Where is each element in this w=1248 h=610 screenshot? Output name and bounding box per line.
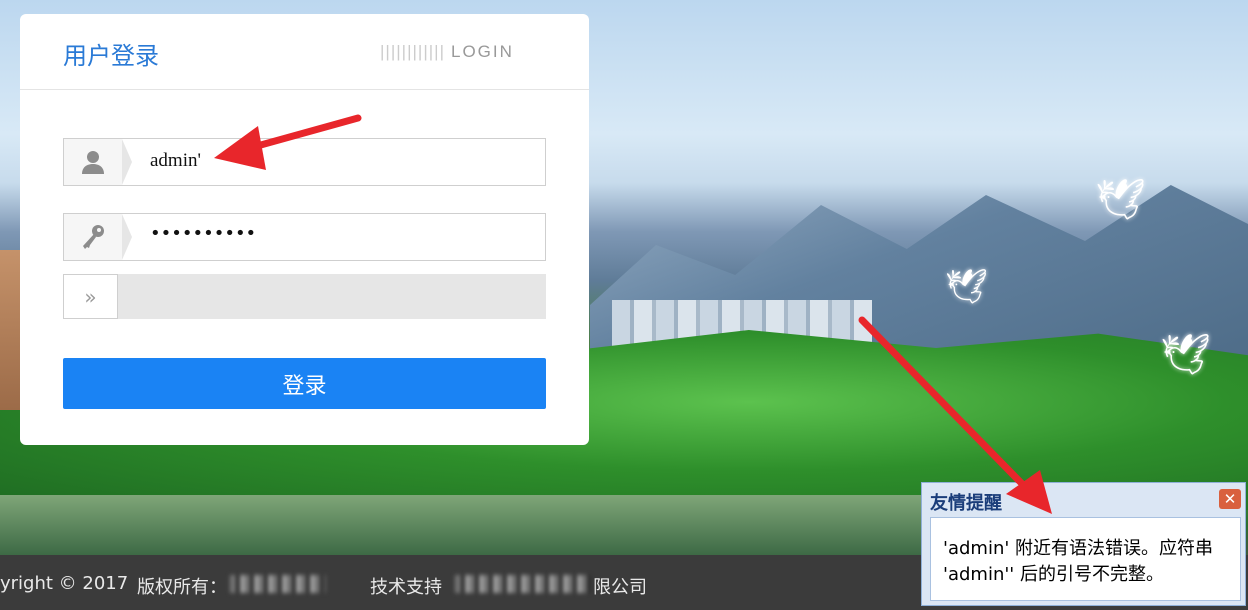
brand-text: LOGIN [451,42,514,61]
bird-icon: 🕊 [1095,177,1146,223]
footer-support-label: 技术支持 [370,577,442,598]
popup-message: 'admin' 附近有语法错误。应符串 'admin'' 后的引号不完整。 [930,517,1241,601]
key-icon [64,214,122,260]
password-input[interactable]: •••••••••• [150,223,256,244]
login-panel: 用户登录 |||||||||||| LOGIN admin' ••••••••••… [20,14,589,445]
user-icon [64,139,122,185]
brand-bars: |||||||||||| [380,42,445,61]
login-header: 用户登录 |||||||||||| LOGIN [20,14,589,90]
background-water [0,495,930,555]
slider-captcha[interactable]: » [63,274,546,319]
background-statue [0,250,20,410]
bird-icon: 🕊 [945,267,989,307]
footer-owner-label: 版权所有： [137,577,227,598]
close-icon[interactable]: ✕ [1219,489,1241,509]
field-separator [122,214,132,260]
field-separator [122,139,132,185]
username-field[interactable]: admin' [63,138,546,186]
login-button[interactable]: 登录 [63,358,546,409]
password-field[interactable]: •••••••••• [63,213,546,261]
captcha-slider-handle[interactable]: » [63,274,118,319]
footer-support-suffix: 限公司 [593,577,647,598]
footer-support-redacted [455,575,590,593]
login-brand: |||||||||||| LOGIN [380,42,514,62]
footer-copyright: yright © 2017 [0,573,129,594]
login-title: 用户登录 [63,42,159,70]
popup-title: 友情提醒 [930,493,1002,514]
error-popup: 友情提醒 ✕ 'admin' 附近有语法错误。应符串 'admin'' 后的引号… [921,482,1246,606]
footer-owner-redacted [230,575,325,593]
bird-icon: 🕊 [1160,332,1211,378]
username-input[interactable]: admin' [150,150,201,172]
